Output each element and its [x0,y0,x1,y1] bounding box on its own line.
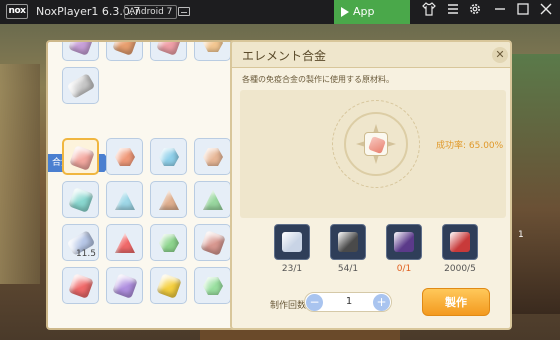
alloy-gem-icon [203,277,223,295]
material-count: 23/1 [281,264,303,274]
alloy-gem-icon [68,273,94,299]
play-store-icon [341,7,349,17]
recipe-item-slot[interactable] [150,138,187,175]
minimize-icon[interactable] [490,2,510,22]
shirt-icon[interactable] [419,2,439,22]
material-count: 54/1 [337,264,359,274]
recipe-item-slot[interactable] [62,138,99,175]
crafting-circle-area: 成功率: 65.00% [240,90,506,218]
alloy-recipe-list: 合金製作 11.5 [46,40,238,330]
crafting-panel-header: エレメント合金 ✕ [232,42,510,68]
app-center-button[interactable]: App Center [334,0,410,42]
alloy-gem-icon [156,42,182,56]
alloy-gem-icon [112,273,138,299]
gear-icon[interactable] [465,2,485,22]
recipe-item-slot[interactable] [106,42,143,61]
recipe-item-slot[interactable] [194,181,231,218]
result-item-slot[interactable] [364,132,388,156]
alloy-gem-icon [112,42,138,56]
alloy-gem-icon [203,190,223,210]
recipe-item-slot[interactable] [62,267,99,304]
alloy-gem-icon [200,230,226,256]
material-slot-crystal-shard[interactable] [274,224,310,260]
craft-button[interactable]: 製作 [422,288,490,316]
recipe-item-slot[interactable]: 11.5 [62,224,99,261]
recipe-item-slot[interactable] [106,138,143,175]
crafting-panel: エレメント合金 ✕ 各種の免疫合金の製作に使用する原材料。 成功率: 65.00… [230,40,512,330]
quantity-stepper: − 1 + [304,292,392,312]
quantity-label: 制作回数 [270,301,307,311]
scene-decor-left [0,64,40,284]
recipe-item-slot[interactable] [194,267,231,304]
alloy-gem-icon [159,148,179,166]
alloy-gem-icon [69,145,95,171]
emulator-titlebar: nox NoxPlayer1 6.3.0.7 Android 7 App Cen… [0,0,560,42]
maximize-icon[interactable] [513,2,533,22]
recipe-item-slot[interactable] [194,138,231,175]
alloy-gem-icon [115,148,135,166]
menu-icon[interactable] [443,2,463,22]
material-count: 2000/5 [444,264,476,274]
nox-logo-icon: nox [6,4,28,19]
close-icon[interactable] [536,2,556,22]
item-count: 11.5 [75,249,96,259]
recipe-item-slot[interactable] [194,224,231,261]
success-rate-text: 成功率: 65.00% [436,141,504,151]
material-slot-dark-gem[interactable] [386,224,422,260]
alloy-gem-icon [115,190,135,210]
recipe-item-slot[interactable] [150,42,187,61]
crystal-shard-icon [282,232,302,252]
recipe-item-slot[interactable] [106,224,143,261]
recipe-item-slot[interactable] [150,267,187,304]
panel-title: エレメント合金 [242,49,327,63]
panel-close-button[interactable]: ✕ [492,47,508,63]
ore-chunk-icon [338,232,358,252]
recipe-item-slot[interactable] [62,67,99,104]
recipe-item-slot[interactable] [62,181,99,218]
alloy-gem-icon [203,42,223,52]
recipe-item-slot[interactable] [150,224,187,261]
scene-corner-number: 1 [518,230,524,240]
alloy-gem-icon [203,148,223,166]
decrease-quantity-button[interactable]: − [306,294,323,311]
keyboard-icon[interactable] [178,7,190,16]
dark-gem-icon [394,232,414,252]
scene-decor-right [512,54,560,314]
alloy-gem-icon [68,187,94,213]
material-slot-red-cluster[interactable] [442,224,478,260]
alloy-gem-icon [159,234,179,252]
recipe-item-slot[interactable] [106,181,143,218]
alloy-gem-icon [156,273,182,299]
recipe-item-slot[interactable] [106,267,143,304]
alloy-gem-icon [159,190,179,210]
material-count: 0/1 [396,264,412,274]
material-slot-ore-chunk[interactable] [330,224,366,260]
recipe-item-slot[interactable] [62,42,99,61]
quantity-value[interactable]: 1 [335,296,363,307]
android-version-badge: Android 7 [124,5,178,19]
increase-quantity-button[interactable]: + [373,294,390,311]
alloy-gem-icon [66,73,96,99]
recipe-item-slot[interactable] [194,42,231,61]
red-cluster-icon [450,232,470,252]
recipe-item-slot[interactable] [150,181,187,218]
item-description: 各種の免疫合金の製作に使用する原材料。 [242,75,394,84]
alloy-gem-icon [115,233,135,253]
element-alloy-icon [368,136,386,154]
alloy-gem-icon [68,42,94,56]
